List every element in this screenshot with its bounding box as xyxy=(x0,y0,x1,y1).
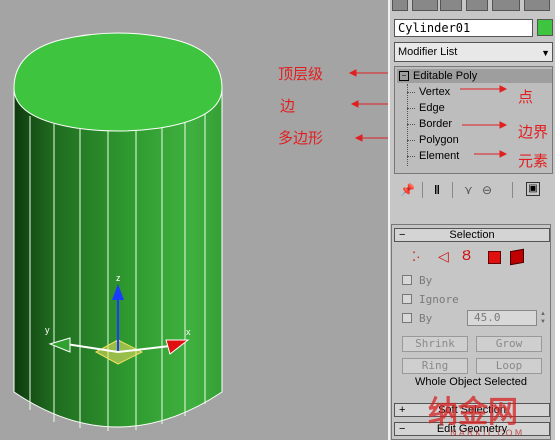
remove-modifier-icon[interactable]: ⊖ xyxy=(482,182,492,198)
tree-branch xyxy=(407,108,415,109)
object-name-field[interactable]: Cylinder01 xyxy=(394,19,533,37)
command-panel-tabs[interactable] xyxy=(392,0,552,12)
divider xyxy=(422,182,423,198)
hierarchy-tab-icon[interactable] xyxy=(440,0,462,11)
stack-item-polygon[interactable]: Polygon xyxy=(419,133,459,147)
selection-title: Selection xyxy=(449,229,495,241)
motion-tab-icon[interactable] xyxy=(466,0,488,11)
svg-text:纳金网: 纳金网 xyxy=(428,395,518,430)
spinner-arrows-icon[interactable]: ▲ ▼ xyxy=(538,310,548,326)
by-vertex-label: By xyxy=(419,274,433,287)
axis-z-label: z xyxy=(116,273,121,283)
axis-y-label: y xyxy=(45,325,50,335)
modifier-list-label: Modifier List xyxy=(398,46,458,58)
edge-icon[interactable]: ◁ xyxy=(438,248,449,265)
by-angle-checkbox[interactable] xyxy=(402,313,412,323)
annotation-arrows-right xyxy=(460,85,508,158)
annotation-top-level: 顶层级 xyxy=(278,65,324,83)
ring-button[interactable]: Ring xyxy=(402,358,468,374)
utilities-tab-icon[interactable] xyxy=(524,0,550,11)
svg-text:NARKII.COM: NARKII.COM xyxy=(450,429,524,439)
border-icon[interactable]: Ȣ xyxy=(462,247,471,264)
grow-button[interactable]: Grow xyxy=(476,336,542,352)
ignore-backfacing-checkbox[interactable] xyxy=(402,294,412,304)
object-color-swatch[interactable] xyxy=(537,19,553,36)
cylinder-body[interactable] xyxy=(13,87,223,428)
stack-item-border[interactable]: Border xyxy=(419,117,452,131)
tree-branch xyxy=(407,140,415,141)
annotation-arrows xyxy=(348,69,388,142)
by-angle-label: By xyxy=(419,312,433,325)
tree-branch xyxy=(407,124,415,125)
divider xyxy=(512,182,513,198)
stack-item-vertex[interactable]: Vertex xyxy=(419,85,450,99)
annotation-polygon: 多边形 xyxy=(278,129,324,147)
chevron-down-icon: ▼ xyxy=(541,48,550,58)
viewport-canvas[interactable]: z x y xyxy=(0,0,388,440)
by-vertex-checkbox[interactable] xyxy=(402,275,412,285)
shrink-button[interactable]: Shrink xyxy=(402,336,468,352)
display-tab-icon[interactable] xyxy=(492,0,520,11)
cylinder-cap[interactable] xyxy=(13,32,223,132)
make-unique-icon[interactable]: ⋎ xyxy=(464,182,473,198)
stack-toolbar[interactable]: 📌 ‖ ⋎ ⊖ ▣ xyxy=(394,180,553,202)
collapse-icon[interactable]: − xyxy=(399,71,409,82)
show-end-result-icon[interactable]: ‖ xyxy=(434,182,440,198)
polygon-icon[interactable] xyxy=(488,251,501,264)
selection-rollout-header[interactable]: − Selection xyxy=(394,228,550,242)
tree-branch xyxy=(407,156,415,157)
annotation-edge: 边 xyxy=(280,97,296,115)
site-watermark-logo: 纳金网 NARKII.COM xyxy=(428,395,524,439)
perspective-viewport[interactable]: z x y 顶层级 边 多边形 xyxy=(0,0,388,440)
loop-button[interactable]: Loop xyxy=(476,358,542,374)
configure-modifier-sets-icon[interactable]: ▣ xyxy=(526,182,540,196)
rollout-toggle: − xyxy=(399,423,406,435)
pin-stack-icon[interactable]: 📌 xyxy=(400,182,415,198)
annotation-vertex: 点 xyxy=(518,88,534,106)
stack-item-edge[interactable]: Edge xyxy=(419,101,445,115)
vertex-icon[interactable]: ⁚· xyxy=(412,249,420,265)
annotation-element: 元素 xyxy=(518,152,549,170)
rollout-toggle: − xyxy=(399,229,406,241)
create-tab-icon[interactable] xyxy=(392,0,408,11)
tree-line xyxy=(407,84,409,166)
subobject-level-icons[interactable]: ⁚· ◁ Ȣ xyxy=(412,247,532,267)
divider xyxy=(452,182,453,198)
axis-x-label: x xyxy=(186,327,191,337)
stack-item-element[interactable]: Element xyxy=(419,149,459,163)
rollout-toggle: + xyxy=(399,404,406,416)
modifier-list-dropdown[interactable]: Modifier List ▼ xyxy=(394,42,553,62)
ignore-backfacing-label: Ignore xyxy=(419,293,459,306)
annotation-border: 边界 xyxy=(518,123,549,141)
angle-spinner-field[interactable]: 45.0 xyxy=(467,310,537,326)
tree-branch xyxy=(407,92,415,93)
element-icon[interactable] xyxy=(510,248,524,266)
selection-status-text: Whole Object Selected xyxy=(415,376,527,388)
modify-tab-icon[interactable] xyxy=(412,0,438,11)
